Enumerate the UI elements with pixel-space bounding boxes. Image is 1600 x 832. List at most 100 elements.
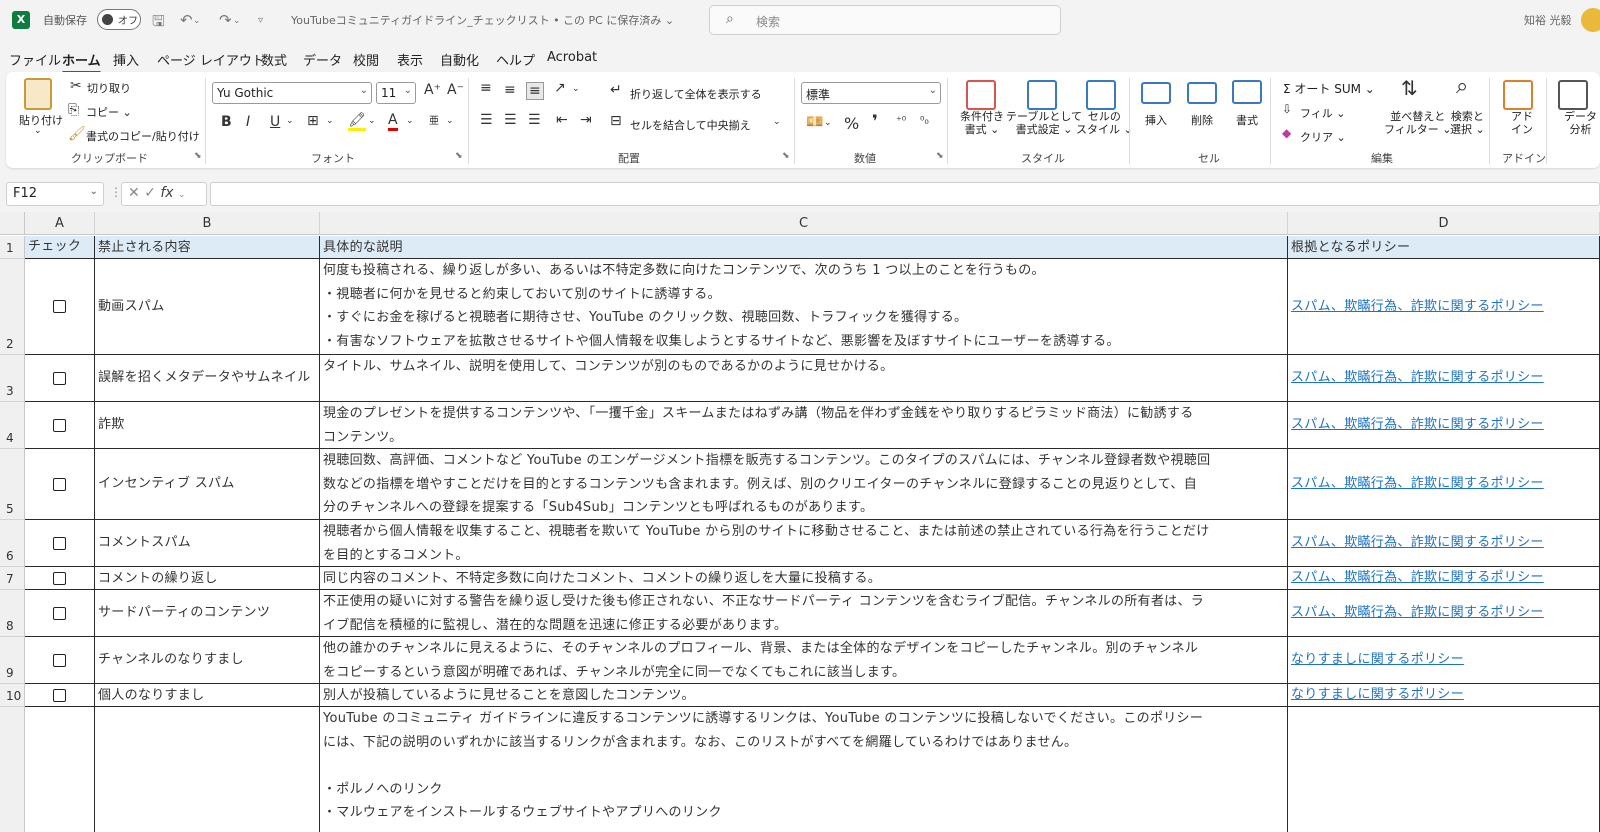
description-cell[interactable]: 何度も投稿される、繰り返しが多い、あるいは不特定多数に向けたコンテンツで、次のう… (320, 259, 1288, 355)
decrease-indent-icon[interactable]: ⇤ (556, 112, 568, 128)
clipboard-launcher-icon[interactable]: ⬊ (194, 151, 202, 161)
analyze-data-icon[interactable] (1558, 80, 1588, 110)
user-name[interactable]: 知裕 光毅 (1524, 12, 1572, 28)
policy-link[interactable]: スパム、欺瞞行為、詐欺に関するポリシー (1291, 531, 1544, 555)
column-header-a[interactable]: A (25, 212, 95, 235)
column-header-c[interactable]: C (320, 212, 1288, 235)
shrink-font-icon[interactable]: A⁻ (447, 82, 464, 98)
format-as-table-button[interactable]: テーブルとして 書式設定 ⌄ (1006, 110, 1082, 136)
align-top-icon[interactable]: ≡ (480, 80, 492, 96)
description-cell[interactable]: YouTube のコミュニティ ガイドラインに違反するコンテンツに誘導するリンク… (320, 707, 1288, 832)
cell-styles-button[interactable]: セルの スタイル ⌄ (1076, 110, 1133, 136)
conditional-format-icon[interactable] (966, 80, 996, 110)
prohibited-content-cell[interactable]: コメントの繰り返し (95, 567, 320, 590)
check-cell[interactable] (25, 567, 95, 590)
undo-dropdown-icon[interactable]: ⌄ (193, 16, 201, 26)
checkbox[interactable] (53, 606, 66, 620)
percent-button[interactable]: % (844, 114, 859, 133)
cell-styles-icon[interactable] (1086, 80, 1116, 110)
checkbox[interactable] (53, 477, 66, 491)
check-cell[interactable] (25, 590, 95, 637)
row-header[interactable] (0, 707, 25, 832)
row-header[interactable]: 3 (0, 355, 25, 402)
check-cell[interactable] (25, 259, 95, 355)
format-painter-button[interactable]: 書式のコピー/貼り付け (86, 128, 200, 144)
align-middle-icon[interactable]: ≡ (504, 82, 516, 98)
tab-file[interactable]: ファイル (9, 50, 61, 69)
checkbox[interactable] (53, 418, 66, 432)
policy-cell[interactable] (1288, 707, 1600, 832)
font-color-icon[interactable]: A (388, 112, 398, 131)
redo-icon[interactable]: ↷ (219, 11, 232, 29)
check-cell[interactable] (25, 684, 95, 707)
analyze-data-button[interactable]: データ 分析 (1564, 110, 1597, 136)
policy-link[interactable]: なりすましに関するポリシー (1291, 648, 1464, 672)
row-header[interactable]: 1 (0, 236, 25, 259)
policy-cell[interactable]: スパム、欺瞞行為、詐欺に関するポリシー (1288, 567, 1600, 590)
paste-dropdown-icon[interactable]: ⌄ (34, 126, 42, 136)
phonetic-icon[interactable]: 亜 (429, 112, 439, 127)
number-launcher-icon[interactable]: ⬊ (936, 151, 944, 161)
row-header[interactable]: 5 (0, 449, 25, 520)
check-cell[interactable] (25, 449, 95, 520)
comma-button[interactable]: ❜ (872, 112, 878, 132)
description-cell[interactable]: 具体的な説明 (320, 236, 1288, 259)
currency-icon[interactable]: 💴 (806, 114, 823, 130)
grow-font-icon[interactable]: A⁺ (424, 82, 441, 98)
prohibited-content-cell[interactable]: 禁止される内容 (95, 236, 320, 259)
policy-cell[interactable]: スパム、欺瞞行為、詐欺に関するポリシー (1288, 449, 1600, 520)
sort-filter-icon[interactable]: ⇅ (1401, 76, 1418, 100)
increase-indent-icon[interactable]: ⇥ (580, 112, 592, 128)
insert-cells-button[interactable]: 挿入 (1145, 112, 1167, 128)
prohibited-content-cell[interactable]: 詐欺 (95, 402, 320, 449)
delete-cells-icon[interactable] (1187, 82, 1217, 104)
undo-icon[interactable]: ↶ (180, 11, 193, 29)
description-cell[interactable]: 視聴者から個人情報を収集すること、視聴者を欺いて YouTube から別のサイト… (320, 520, 1288, 567)
align-bottom-icon[interactable]: ≡ (526, 82, 544, 100)
checkbox[interactable] (53, 536, 66, 550)
prohibited-content-cell[interactable]: 誤解を招くメタデータやサムネイル (95, 355, 320, 402)
checkbox[interactable] (53, 653, 66, 667)
format-as-table-icon[interactable] (1027, 80, 1057, 110)
tab-view[interactable]: 表示 (397, 50, 423, 69)
search-box[interactable]: ⌕ 検索 (709, 5, 1061, 35)
sort-filter-button[interactable]: 並べ替えと フィルター ⌄ (1384, 110, 1452, 136)
prohibited-content-cell[interactable]: サードパーティのコンテンツ (95, 590, 320, 637)
checkbox[interactable] (53, 571, 66, 585)
tab-home[interactable]: ホーム (62, 50, 101, 74)
cancel-icon[interactable]: ✕ (128, 185, 140, 201)
description-cell[interactable]: 不正使用の疑いに対する警告を繰り返し受けた後も修正されない、不正なサードパーティ… (320, 590, 1288, 637)
policy-cell[interactable]: スパム、欺瞞行為、詐欺に関するポリシー (1288, 402, 1600, 449)
save-icon[interactable]: 🖫 (152, 11, 165, 36)
number-format-select[interactable]: 標準 ⌄ (801, 82, 941, 104)
enter-icon[interactable]: ✓ (144, 185, 160, 201)
column-header-b[interactable]: B (95, 212, 320, 235)
policy-link[interactable]: スパム、欺瞞行為、詐欺に関するポリシー (1291, 413, 1544, 437)
prohibited-content-cell[interactable] (95, 707, 320, 832)
row-header[interactable]: 2 (0, 259, 25, 355)
select-all-corner[interactable] (0, 212, 25, 235)
description-cell[interactable]: タイトル、サムネイル、説明を使用して、コンテンツが別のものであるかのように見せか… (320, 355, 1288, 402)
policy-link[interactable]: なりすましに関するポリシー (1291, 684, 1464, 706)
decrease-decimal-icon[interactable]: ⁰₀ (920, 114, 929, 127)
description-cell[interactable]: 同じ内容のコメント、不特定多数に向けたコメント、コメントの繰り返しを大量に投稿す… (320, 567, 1288, 590)
policy-link[interactable]: スパム、欺瞞行為、詐欺に関するポリシー (1291, 366, 1544, 390)
tab-review[interactable]: 校閲 (353, 50, 379, 69)
font-color-dropdown-icon[interactable]: ⌄ (406, 116, 414, 126)
fill-color-icon[interactable]: 🖍 (348, 112, 366, 131)
clear-button[interactable]: クリア ⌄ (1300, 129, 1346, 145)
find-icon[interactable]: ⌕ (1456, 74, 1468, 99)
row-header[interactable]: 9 (0, 637, 25, 684)
document-title[interactable]: YouTubeコミュニティガイドライン_チェックリスト • この PC に保存済… (291, 12, 674, 28)
orientation-dropdown-icon[interactable]: ⌄ (572, 84, 580, 94)
orientation-icon[interactable]: ↗ (554, 80, 566, 96)
borders-icon[interactable]: ⊞ (307, 113, 319, 129)
policy-link[interactable]: スパム、欺瞞行為、詐欺に関するポリシー (1291, 472, 1544, 496)
insert-cells-icon[interactable] (1141, 82, 1171, 104)
tab-help[interactable]: ヘルプ (496, 50, 535, 69)
check-cell[interactable] (25, 637, 95, 684)
font-name-select[interactable]: Yu Gothic ⌄ (212, 82, 372, 104)
row-header[interactable]: 10 (0, 684, 25, 707)
checkbox[interactable] (53, 688, 66, 702)
align-center-icon[interactable]: ☰ (504, 112, 517, 128)
